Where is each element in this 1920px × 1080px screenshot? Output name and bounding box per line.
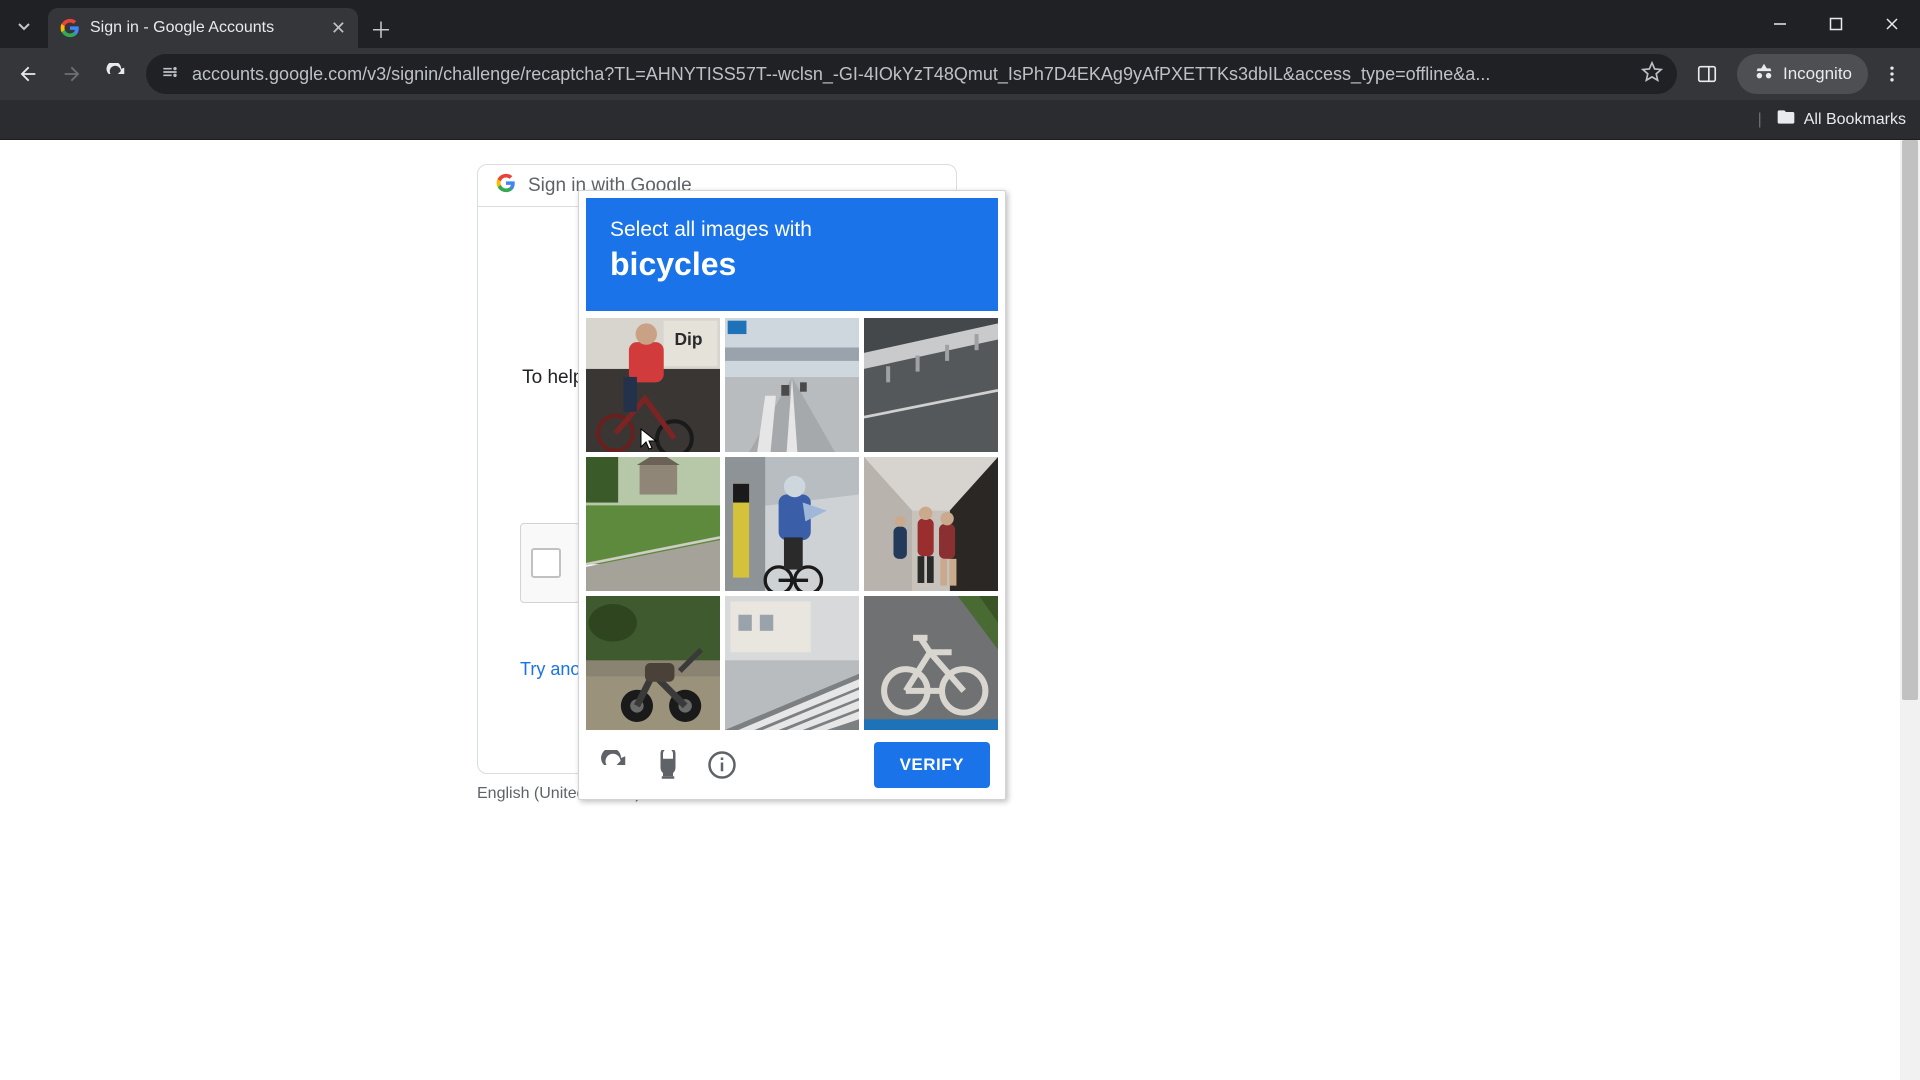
captcha-verify-button[interactable]: VERIFY [874,742,990,788]
nav-forward-button[interactable] [52,54,92,94]
side-panel-button[interactable] [1687,54,1727,94]
captcha-tile-2[interactable] [725,318,859,452]
google-favicon-icon [60,18,80,38]
recaptcha-challenge: Select all images with bicycles Dip [578,190,1006,800]
url-text: accounts.google.com/v3/signin/challenge/… [192,64,1629,85]
recaptcha-checkbox[interactable] [531,548,561,578]
site-settings-icon[interactable] [160,62,180,87]
browser-menu-button[interactable] [1872,54,1912,94]
incognito-chip[interactable]: Incognito [1737,54,1868,94]
tab-title: Sign in - Google Accounts [90,19,321,37]
recaptcha-anchor[interactable] [520,523,580,603]
page-scrollbar[interactable] [1900,140,1920,1080]
captcha-tile-4[interactable] [586,457,720,591]
window-close-button[interactable] [1864,0,1920,48]
incognito-label: Incognito [1783,64,1852,84]
address-bar[interactable]: accounts.google.com/v3/signin/challenge/… [146,54,1677,94]
captcha-footer: VERIFY [586,738,998,792]
captcha-reload-button[interactable] [594,745,634,785]
window-titlebar: Sign in - Google Accounts ✕ ＋ [0,0,1920,48]
all-bookmarks-button[interactable]: All Bookmarks [1776,107,1906,132]
folder-icon [1776,107,1796,132]
window-maximize-button[interactable] [1808,0,1864,48]
bookmarks-bar: | All Bookmarks [0,100,1920,140]
captcha-audio-button[interactable] [648,745,688,785]
window-minimize-button[interactable] [1752,0,1808,48]
incognito-icon [1753,61,1775,88]
captcha-tile-1[interactable]: Dip [586,318,720,452]
captcha-grid: Dip [586,318,998,730]
nav-back-button[interactable] [8,54,48,94]
tab-close-icon[interactable]: ✕ [331,18,346,39]
captcha-banner: Select all images with bicycles [586,198,998,311]
svg-text:Dip: Dip [674,329,702,349]
captcha-tile-9[interactable] [864,596,998,730]
page-viewport: Sign in with Google To help keep your ac… [0,140,1900,1080]
browser-toolbar: accounts.google.com/v3/signin/challenge/… [0,48,1920,100]
captcha-tile-7[interactable] [586,596,720,730]
bookmark-star-icon[interactable] [1641,61,1663,88]
captcha-tile-3[interactable] [864,318,998,452]
scrollbar-thumb[interactable] [1902,140,1918,700]
captcha-target: bicycles [610,246,974,283]
google-logo-icon [496,173,516,199]
captcha-instruction: Select all images with [610,218,974,242]
all-bookmarks-label: All Bookmarks [1804,111,1906,129]
new-tab-button[interactable]: ＋ [364,12,398,46]
captcha-tile-5[interactable] [725,457,859,591]
bookmarks-divider: | [1758,111,1762,129]
captcha-tile-6[interactable] [864,457,998,591]
browser-tab-active[interactable]: Sign in - Google Accounts ✕ [48,8,358,48]
tab-search-dropdown[interactable] [6,8,42,44]
nav-reload-button[interactable] [96,54,136,94]
captcha-info-button[interactable] [702,745,742,785]
captcha-tile-8[interactable] [725,596,859,730]
